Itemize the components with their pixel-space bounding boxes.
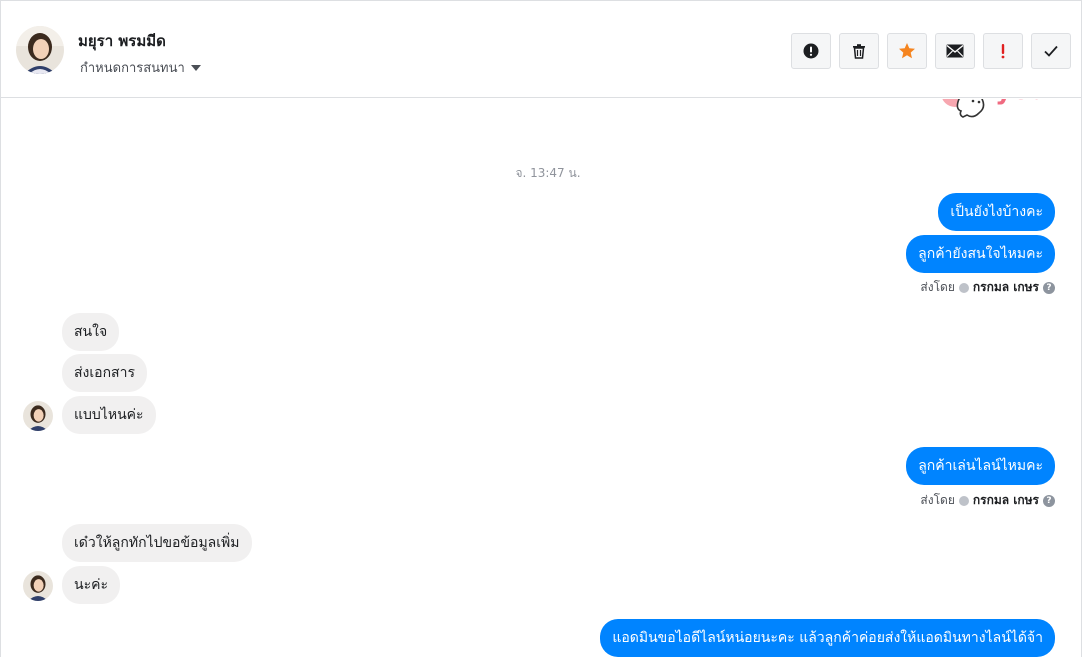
delete-button[interactable]: [839, 33, 879, 69]
assign-conversation-label: กำหนดการสนทนา: [80, 61, 185, 76]
message-bubble-incoming[interactable]: แบบไหนค่ะ: [62, 396, 156, 434]
message-bubble-outgoing[interactable]: ลูกค้ายังสนใจไหมคะ: [906, 235, 1055, 273]
sender-avatar[interactable]: [23, 401, 53, 431]
message-bubble-incoming[interactable]: เด๋วให้ลูกทักไปขอข้อมูลเพิ่ม: [62, 524, 252, 562]
message-bubble-outgoing[interactable]: เป็นยังไงบ้างคะ: [938, 193, 1055, 231]
sticker-text: you: [995, 99, 1048, 106]
sent-by-name[interactable]: กรกมล เกษร: [973, 491, 1039, 510]
contact-avatar[interactable]: [16, 26, 64, 74]
envelope-icon: [946, 44, 964, 58]
conversation-panel: มยุรา พรมมีด กำหนดการสนทนา จ. 13:47 น. เ…: [0, 0, 1082, 657]
contact-name: มยุรา พรมมีด: [78, 32, 166, 50]
follow-up-button[interactable]: [983, 33, 1023, 69]
star-button[interactable]: [887, 33, 927, 69]
assign-conversation-dropdown[interactable]: กำหนดการสนทนา: [80, 57, 201, 78]
help-icon[interactable]: ?: [1043, 494, 1055, 507]
seen-check-icon: [958, 495, 969, 506]
sender-avatar[interactable]: [23, 571, 53, 601]
message-bubble-outgoing[interactable]: ลูกค้าเล่นไลน์ไหมคะ: [906, 447, 1055, 485]
message-timestamp: จ. 13:47 น.: [515, 166, 581, 180]
message-thread[interactable]: you จ. 13:47 น. เป็นยังไงบ้างคะ ลูกค้ายั…: [1, 99, 1081, 657]
seen-check-icon: [958, 282, 969, 293]
mark-done-button[interactable]: [1031, 33, 1071, 69]
message-bubble-incoming[interactable]: นะค่ะ: [62, 566, 120, 604]
check-icon: [1044, 45, 1058, 57]
message-bubble-outgoing[interactable]: แอดมินขอไอดีไลน์หน่อยนะคะ แล้วลูกค้าค่อย…: [600, 619, 1055, 657]
message-bubble-incoming[interactable]: ส่งเอกสาร: [62, 354, 147, 392]
sent-by-name[interactable]: กรกมล เกษร: [973, 278, 1039, 297]
sent-by-note: ส่งโดย กรกมล เกษร ?: [920, 491, 1055, 510]
trash-icon: [853, 44, 865, 59]
mark-unread-button[interactable]: [935, 33, 975, 69]
message-bubble-incoming[interactable]: สนใจ: [62, 313, 120, 351]
sent-by-label: ส่งโดย: [920, 493, 955, 507]
sent-by-note: ส่งโดย กรกมล เกษร ?: [920, 278, 1055, 297]
caret-down-icon: [190, 64, 201, 71]
conversation-toolbar: [791, 33, 1071, 69]
conversation-header: มยุรา พรมมีด กำหนดการสนทนา: [1, 1, 1081, 98]
mark-spam-button[interactable]: [791, 33, 831, 69]
exclamation-icon: [1001, 44, 1005, 59]
love-you-sticker: you: [937, 99, 1055, 131]
sent-by-label: ส่งโดย: [920, 280, 955, 294]
star-icon: [899, 43, 915, 59]
help-icon[interactable]: ?: [1043, 281, 1055, 294]
alert-circle-icon: [803, 43, 819, 59]
